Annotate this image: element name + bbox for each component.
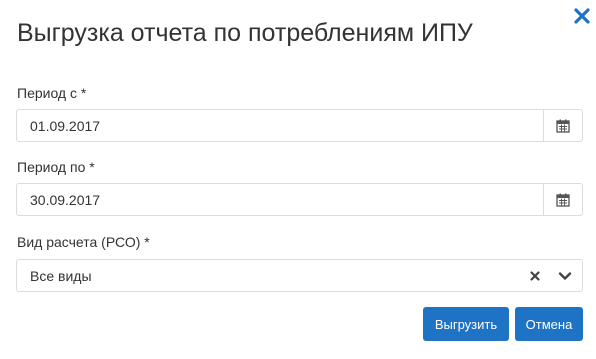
period-to-label: Период по * xyxy=(17,159,95,175)
clear-icon xyxy=(530,270,540,281)
period-to-calendar-button[interactable] xyxy=(543,184,582,215)
period-to-input[interactable] xyxy=(17,184,543,215)
period-from-input[interactable] xyxy=(17,110,543,141)
calc-type-select[interactable]: Все виды xyxy=(16,259,583,292)
calc-type-value: Все виды xyxy=(30,267,92,284)
report-export-dialog: Выгрузка отчета по потреблениям ИПУ Пери… xyxy=(0,0,596,359)
calc-type-dropdown-toggle[interactable] xyxy=(556,267,574,285)
chevron-down-icon xyxy=(558,271,572,280)
cancel-button[interactable]: Отмена xyxy=(515,307,583,341)
period-from-label: Период с * xyxy=(17,85,87,101)
close-button[interactable] xyxy=(571,5,593,27)
period-from-calendar-button[interactable] xyxy=(543,110,582,141)
calendar-icon xyxy=(556,193,570,207)
dialog-title: Выгрузка отчета по потреблениям ИПУ xyxy=(17,19,473,47)
export-button[interactable]: Выгрузить xyxy=(423,307,509,341)
period-to-group xyxy=(16,183,583,216)
calendar-icon xyxy=(556,119,570,133)
calc-type-clear-button[interactable] xyxy=(526,267,544,285)
calc-type-label: Вид расчета (РСО) * xyxy=(17,234,150,250)
period-from-group xyxy=(16,109,583,142)
close-icon xyxy=(574,8,590,24)
